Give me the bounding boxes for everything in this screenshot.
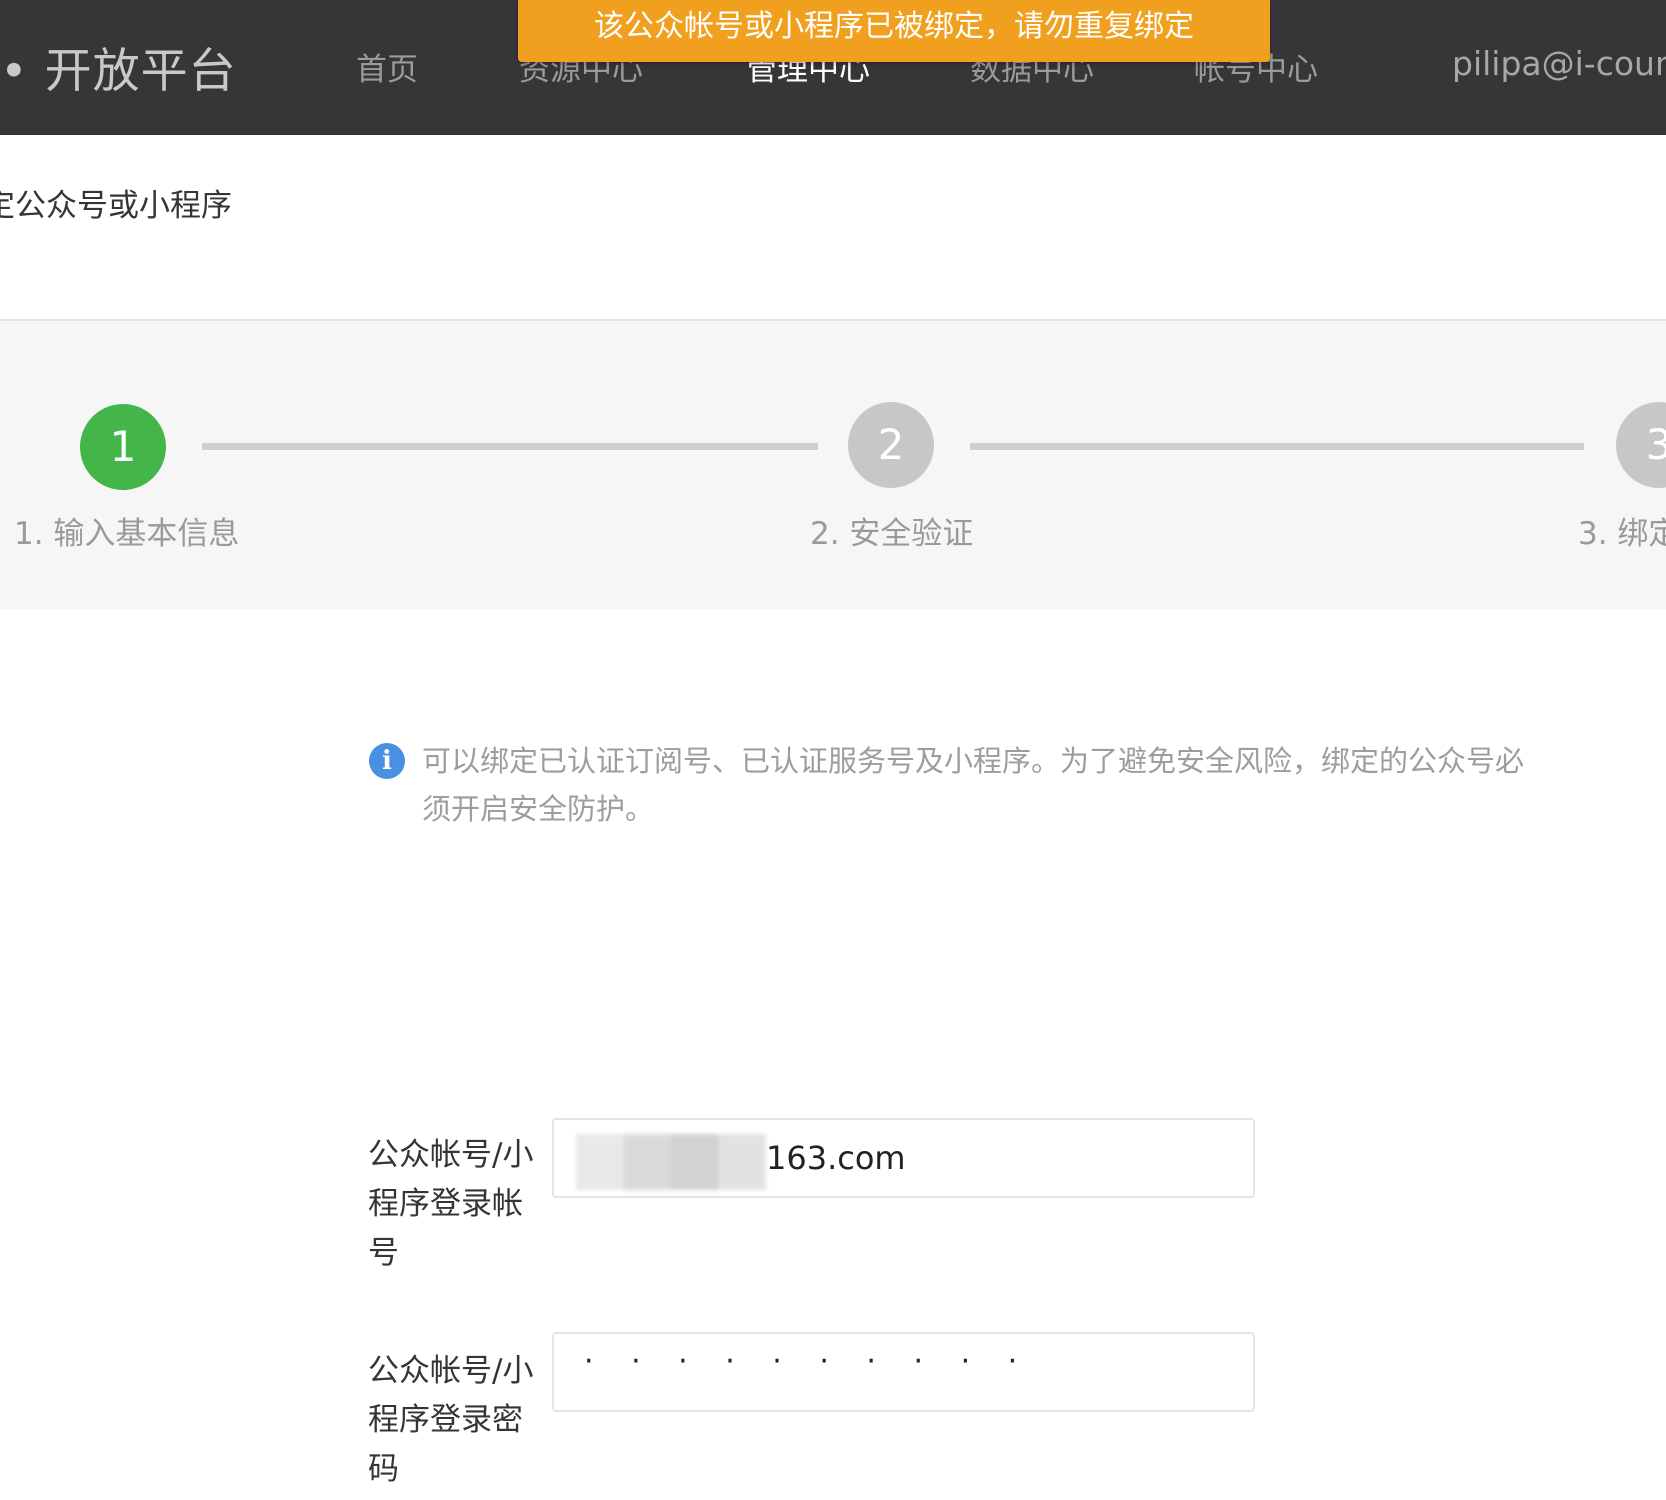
brand-logo[interactable]: • 开放平台 — [0, 32, 237, 101]
account-field-label: 公众帐号/小程序登录帐号 — [368, 1137, 534, 1271]
nav-item-home[interactable]: 首页 — [356, 44, 418, 89]
step-3-circle: 3 — [1616, 402, 1666, 488]
page-title: 定公众号或小程序 — [0, 188, 232, 224]
password-field-label: 公众帐号/小程序登录密码 — [368, 1353, 534, 1487]
redacted-blur — [576, 1134, 766, 1190]
info-icon: i — [369, 743, 405, 779]
step-3-label: 3. 绑定 — [1578, 516, 1666, 552]
step-1-circle: 1 — [80, 404, 166, 490]
password-input[interactable]: · · · · · · · · · · — [552, 1332, 1255, 1412]
password-masked-value: · · · · · · · · · · — [584, 1344, 1032, 1379]
account-input-value: 163.com — [766, 1139, 906, 1177]
info-tip-text: 可以绑定已认证订阅号、已认证服务号及小程序。为了避免安全风险，绑定的公众号必须开… — [422, 744, 1525, 826]
step-1-label: 1. 输入基本信息 — [14, 516, 240, 552]
user-account-link[interactable]: pilipa@i-count — [1452, 44, 1666, 83]
step-connector-2 — [970, 443, 1584, 450]
step-2-circle: 2 — [848, 402, 934, 488]
step-connector-1 — [202, 443, 818, 450]
step-2-label: 2. 安全验证 — [810, 516, 974, 552]
step-progress: 1 2 3 1. 输入基本信息 2. 安全验证 3. 绑定 — [0, 321, 1666, 609]
account-input[interactable]: 163.com — [552, 1118, 1255, 1198]
error-toast: 该公众帐号或小程序已被绑定，请勿重复绑定 — [518, 0, 1270, 62]
